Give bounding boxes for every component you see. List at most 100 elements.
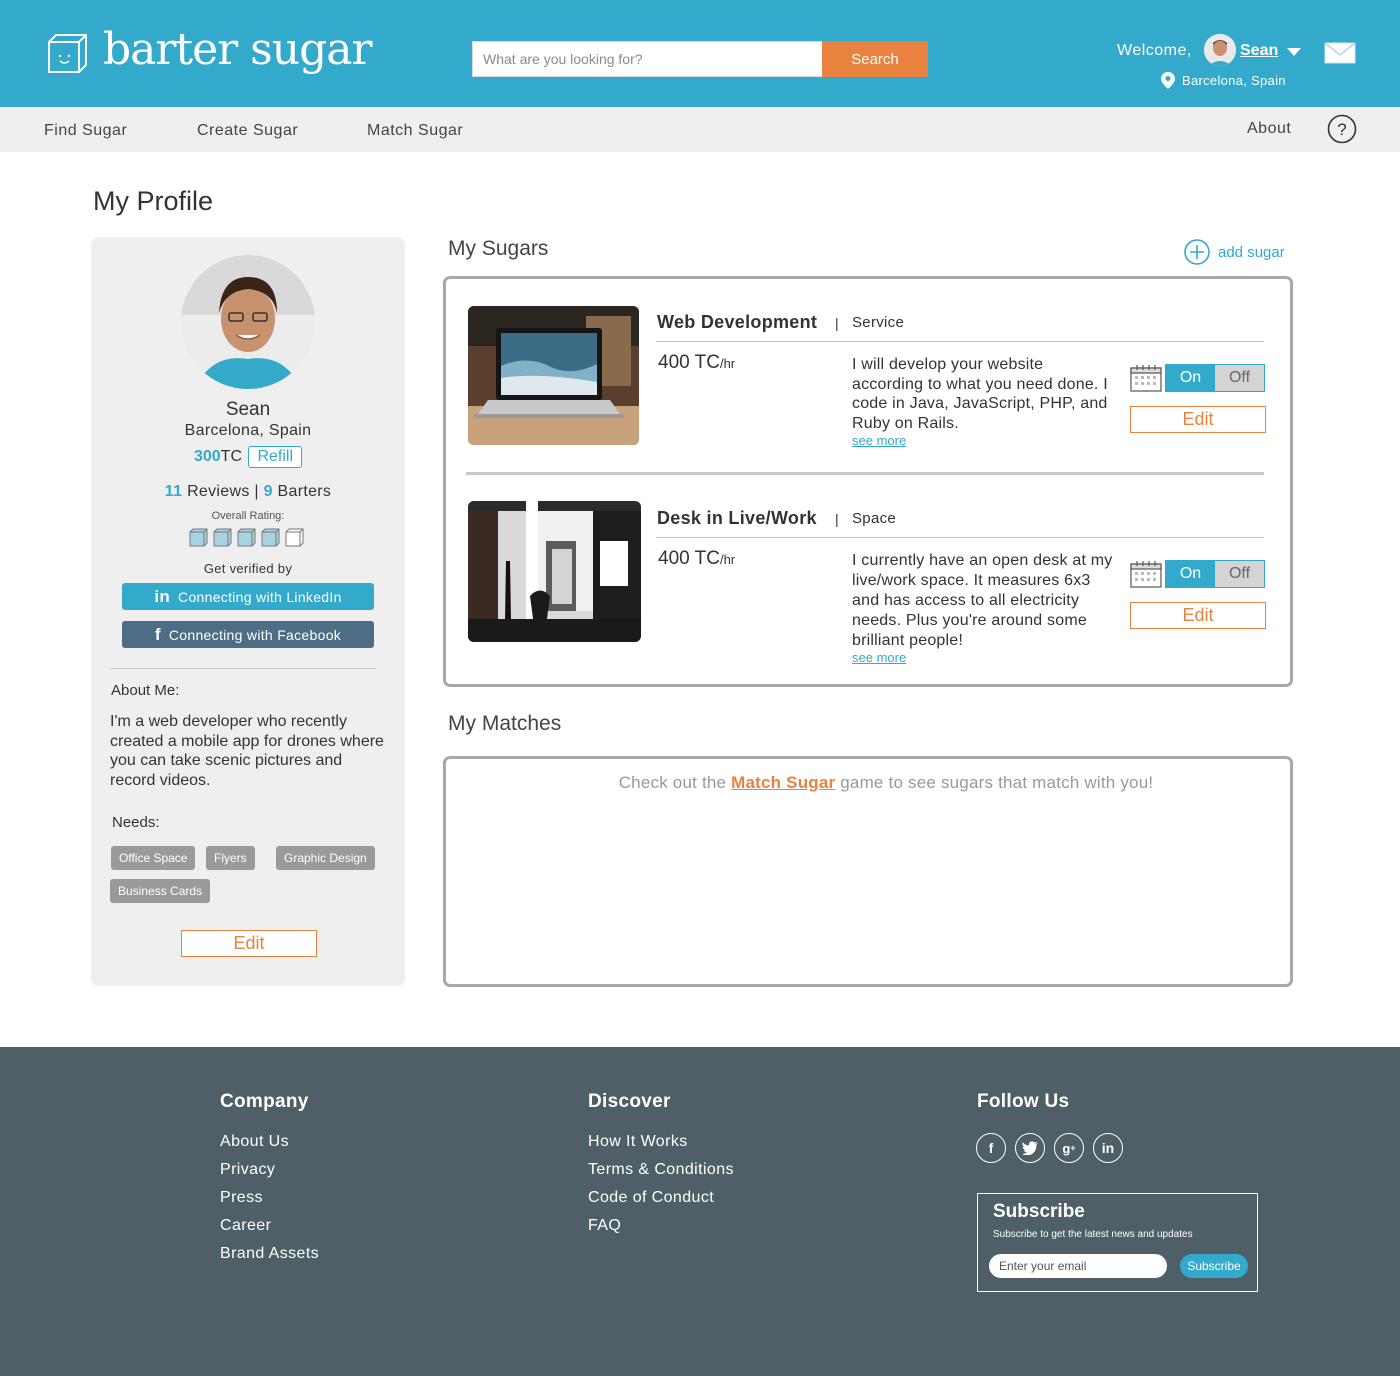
linkedin-icon: in [154,586,171,606]
page-title: My Profile [93,186,214,216]
subscribe-title: Subscribe [993,1201,1085,1222]
nav-create-sugar[interactable]: Create Sugar [197,122,298,140]
subscribe-button[interactable]: Subscribe [1180,1254,1248,1278]
reviews-label[interactable]: Reviews | [187,483,259,500]
connect-linkedin-button[interactable]: in Connecting with LinkedIn [122,583,374,610]
rating-cube-filled-icon [261,528,280,547]
connect-facebook-button[interactable]: f Connecting with Facebook [122,621,374,648]
toggle-on[interactable]: On [1166,365,1215,391]
my-matches-title: My Matches [448,712,562,735]
footer-link-code-of-conduct[interactable]: Code of Conduct [588,1189,714,1207]
need-tag[interactable]: Office Space [111,846,196,870]
footer-discover-title: Discover [588,1091,671,1112]
header-location: Barcelona, Spain [1182,73,1286,88]
footer-link-brand-assets[interactable]: Brand Assets [220,1245,319,1263]
twitter-icon[interactable] [1015,1133,1045,1163]
price-value: 400 TC [658,352,720,373]
toggle-on[interactable]: On [1166,561,1215,587]
footer-link-career[interactable]: Career [220,1217,271,1235]
matches-msg-after: game to see sugars that match with you! [835,773,1154,792]
search-button[interactable]: Search [822,41,928,77]
see-more-link[interactable]: see more [852,433,906,448]
toggle-off[interactable]: Off [1215,365,1264,391]
sugar-description: I currently have an open desk at my live… [852,552,1113,649]
refill-button[interactable]: Refill [248,446,303,468]
separator: | [835,511,839,527]
nav-find-sugar[interactable]: Find Sugar [44,122,127,140]
edit-profile-button[interactable]: Edit [181,930,317,957]
google-plus-icon[interactable]: g + [1054,1133,1084,1163]
sugar-title[interactable]: Web Development [657,312,817,333]
mail-icon[interactable] [1324,42,1356,64]
about-me-label: About Me: [111,682,180,699]
sugar-type: Service [852,314,905,331]
calendar-icon[interactable] [1130,364,1162,392]
footer-link-privacy[interactable]: Privacy [220,1161,275,1179]
logo-text[interactable]: barter sugar [103,24,373,75]
tc-amount: 300 [193,448,221,465]
linkedin-icon[interactable]: in [1093,1133,1123,1163]
calendar-icon[interactable] [1130,560,1162,588]
footer-link-terms[interactable]: Terms & Conditions [588,1161,734,1179]
edit-sugar-button[interactable]: Edit [1130,406,1266,433]
toggle-off[interactable]: Off [1215,561,1264,587]
facebook-icon[interactable]: f [976,1133,1006,1163]
profile-location: Barcelona, Spain [184,422,312,439]
divider [656,341,1264,342]
facebook-label: Connecting with Facebook [168,626,342,643]
location-pin-icon [1161,72,1175,89]
barters-label[interactable]: Barters [278,483,332,500]
footer-link-press[interactable]: Press [220,1189,263,1207]
svg-text:?: ? [1337,120,1346,139]
availability-toggle[interactable]: On Off [1165,364,1265,392]
help-icon[interactable]: ? [1327,114,1357,144]
sugar-image-desk[interactable] [468,501,641,642]
rating-cube-filled-icon [237,528,256,547]
subscribe-email-input[interactable] [989,1254,1167,1278]
match-sugar-link[interactable]: Match Sugar [731,773,835,792]
need-tag[interactable]: Graphic Design [276,846,375,870]
availability-toggle[interactable]: On Off [1165,560,1265,588]
price-value: 400 TC [658,548,720,569]
reviews-barters: 11 Reviews | 9 Barters [91,483,405,501]
rating-cube-empty-icon [285,528,304,547]
nav-about[interactable]: About [1247,120,1291,138]
footer-follow-title: Follow Us [977,1091,1070,1112]
profile-name: Sean [225,399,271,420]
divider [656,537,1264,538]
nav-match-sugar[interactable]: Match Sugar [367,122,463,140]
user-avatar[interactable] [1204,34,1236,66]
profile-avatar [181,255,315,389]
separator: | [835,315,839,331]
sugar-title[interactable]: Desk in Live/Work [657,508,817,529]
tc-balance: 300TC Refill [91,446,405,468]
edit-sugar-button[interactable]: Edit [1130,602,1266,629]
see-more-link[interactable]: see more [852,650,906,665]
add-sugar-button[interactable]: add sugar [1184,239,1285,265]
barters-count[interactable]: 9 [264,483,273,500]
reviews-count[interactable]: 11 [165,483,183,500]
price-unit: /hr [719,552,736,567]
chevron-down-icon[interactable] [1287,48,1301,56]
price-unit: /hr [719,356,736,371]
sugar-image-laptop[interactable] [468,306,639,445]
footer-link-how-it-works[interactable]: How It Works [588,1133,688,1151]
verify-label: Get verified by [203,561,293,576]
need-tag[interactable]: Flyers [206,846,255,870]
rating-cubes [189,526,309,548]
tc-unit: TC [220,448,242,465]
rating-cube-filled-icon [189,528,208,547]
footer-link-about-us[interactable]: About Us [220,1133,289,1151]
about-me-text: I'm a web developer who recently created… [110,713,384,789]
linkedin-label: Connecting with LinkedIn [178,588,342,605]
search-input[interactable] [472,41,824,77]
sugar-cube-logo-icon[interactable] [44,32,90,74]
needs-label: Needs: [112,814,160,831]
footer-company-title: Company [220,1091,309,1112]
footer-link-faq[interactable]: FAQ [588,1217,621,1235]
user-name-link[interactable]: Sean [1240,42,1278,60]
sugar-price: 400 TC/hr [658,548,735,570]
need-tag[interactable]: Business Cards [110,879,211,903]
add-sugar-label: add sugar [1218,243,1285,261]
sugar-price: 400 TC/hr [658,352,735,374]
